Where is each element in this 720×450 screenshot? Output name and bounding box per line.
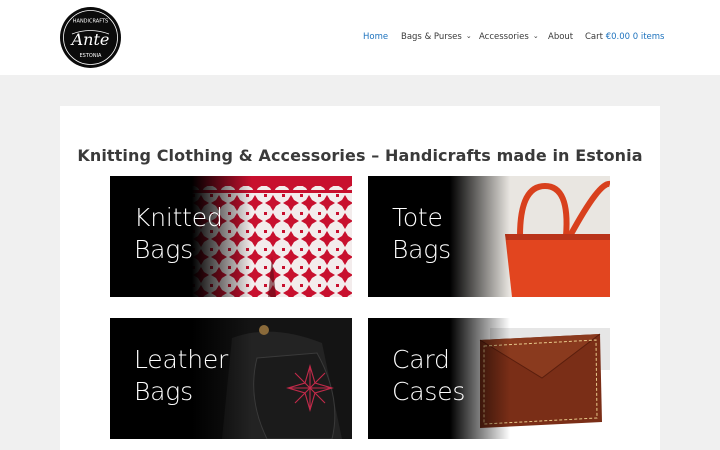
category-tile-knitted-bags[interactable]: Knitted Bags xyxy=(110,176,352,297)
tile-label: Leather Bags xyxy=(134,344,228,408)
tile-label-line1: Knitted xyxy=(134,203,223,232)
logo-top-text: HANDICRAFTS xyxy=(73,19,108,25)
logo-badge: HANDICRAFTS Ante ESTONIA xyxy=(63,10,118,65)
nav-cart[interactable]: Cart €0.00 0 items xyxy=(585,32,664,42)
nav-home[interactable]: Home xyxy=(363,32,388,42)
tile-label-line1: Tote xyxy=(392,203,443,232)
tile-label-line1: Leather xyxy=(134,345,229,374)
tile-label-line2: Cases xyxy=(392,377,466,406)
nav-accessories-label: Accessories xyxy=(479,32,529,42)
cart-count: 0 items xyxy=(632,32,665,42)
tile-label-line2: Bags xyxy=(134,377,193,406)
category-tile-tote-bags[interactable]: Tote Bags xyxy=(368,176,610,297)
tile-label: Tote Bags xyxy=(392,202,451,266)
cart-label: Cart xyxy=(585,32,603,42)
tile-label-line2: Bags xyxy=(134,235,193,264)
logo-bottom-text: ESTONIA xyxy=(80,53,103,59)
cart-total: €0.00 xyxy=(605,32,631,42)
site-header: HANDICRAFTS Ante ESTONIA Home Bags & Pur… xyxy=(0,0,720,75)
tile-fade xyxy=(450,176,510,297)
site-logo[interactable]: HANDICRAFTS Ante ESTONIA xyxy=(60,7,121,68)
tile-label: Knitted Bags xyxy=(134,202,223,266)
nav-about[interactable]: About xyxy=(548,32,573,42)
nav-bags-purses[interactable]: Bags & Purses ⌄ xyxy=(401,32,472,42)
tile-label: Card Cases xyxy=(392,344,465,408)
logo-main-text: Ante xyxy=(70,30,110,49)
chevron-down-icon: ⌄ xyxy=(532,32,539,40)
nav-bags-label: Bags & Purses xyxy=(401,32,462,42)
tile-label-line1: Card xyxy=(392,345,450,374)
page-title: Knitting Clothing & Accessories – Handic… xyxy=(77,146,643,165)
main-content: Knitting Clothing & Accessories – Handic… xyxy=(60,106,660,450)
category-tile-leather-bags[interactable]: Leather Bags xyxy=(110,318,352,439)
nav-accessories[interactable]: Accessories ⌄ xyxy=(479,32,539,42)
chevron-down-icon: ⌄ xyxy=(465,32,472,40)
category-tile-card-cases[interactable]: Card Cases xyxy=(368,318,610,439)
tile-label-line2: Bags xyxy=(392,235,451,264)
